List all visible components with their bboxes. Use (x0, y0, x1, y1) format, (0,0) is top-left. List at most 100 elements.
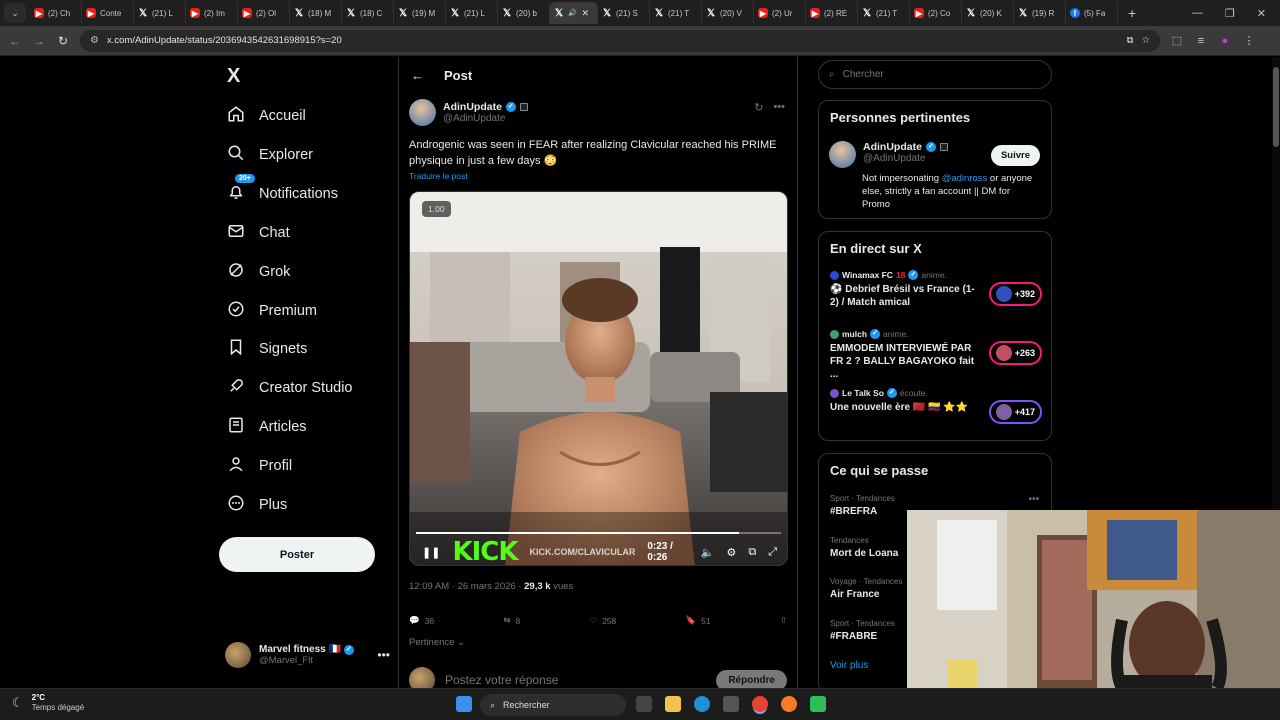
more-icon[interactable]: ••• (377, 648, 390, 662)
nav-item-chat[interactable]: Chat (227, 222, 290, 244)
reload-icon[interactable]: ↻ (56, 34, 70, 48)
settings-icon[interactable]: ⚙ (726, 546, 736, 559)
media-control-icon[interactable]: ≡ (1194, 35, 1208, 47)
browser-tab[interactable]: 𝕏 (21) T (650, 2, 702, 24)
browser-tab[interactable]: ▶ (2) Ur (754, 2, 806, 24)
browser-tab[interactable]: ▶ (2) Co (910, 2, 962, 24)
chrome-icon[interactable] (752, 696, 768, 712)
video-player[interactable]: 1.00 ❚❚ KICK KICK.COM/CLAVICULAR 0:23 / … (409, 191, 788, 566)
weather-widget[interactable]: ☾ 2°C Temps dégagé (12, 693, 84, 712)
reply-button[interactable]: 💬 36 (409, 615, 434, 626)
video-progress-bar[interactable] (416, 532, 781, 534)
author-avatar[interactable] (409, 99, 436, 126)
author-avatar[interactable] (829, 141, 856, 168)
address-bar[interactable]: ⚙ x.com/AdinUpdate/status/20369435426316… (80, 29, 1160, 52)
store-icon[interactable] (723, 696, 739, 712)
task-view-icon[interactable] (636, 696, 652, 712)
new-tab-button[interactable]: + (1128, 5, 1136, 21)
scrollbar-thumb[interactable] (1273, 67, 1279, 147)
site-info-icon[interactable]: ⚙ (90, 35, 99, 46)
post-more-icon[interactable]: ••• (773, 101, 785, 114)
browser-tab[interactable]: ▶ Conte (82, 2, 134, 24)
bio-mention-link[interactable]: @adinross (942, 173, 988, 184)
browser-tab[interactable]: 𝕏 (21) S (598, 2, 650, 24)
pip-icon[interactable]: ⧉ (748, 546, 756, 559)
post-author[interactable]: AdinUpdate ✓ @AdinUpdate (409, 99, 528, 126)
chrome-menu-icon[interactable]: ⋮ (1242, 34, 1256, 47)
nav-item-explorer[interactable]: Explorer (227, 144, 313, 166)
live-listeners-pill[interactable]: +417 (988, 400, 1042, 424)
nav-item-accueil[interactable]: Accueil (227, 105, 306, 127)
browser-tab[interactable]: 𝕏 (18) C (342, 2, 394, 24)
browser-tab[interactable]: ▶ (2) Ch (30, 2, 82, 24)
share-button[interactable]: ⇧ (780, 615, 787, 626)
tab-title: (19) R (1032, 8, 1055, 18)
browser-tab[interactable]: 𝕏 (20) V (702, 2, 754, 24)
back-arrow-icon[interactable]: ← (411, 68, 424, 83)
back-icon[interactable]: ← (8, 34, 22, 48)
reply-submit-button[interactable]: Répondre (716, 669, 787, 688)
bookmark-button[interactable]: 🔖 51 (686, 615, 711, 626)
account-switcher[interactable]: Marvel fitness 🇫🇷 ✓ @Marvel_Flt ••• (225, 642, 390, 668)
repost-button[interactable]: ⇆ 8 (503, 615, 520, 626)
install-icon[interactable]: ⧉ (1127, 35, 1134, 46)
fullscreen-icon[interactable]: ⤢ (768, 546, 777, 559)
file-explorer-icon[interactable] (665, 696, 681, 712)
browser-tab[interactable]: 𝕏 (21) T (858, 2, 910, 24)
nav-item-notifications[interactable]: 20+ Notifications (227, 173, 338, 205)
extensions-icon[interactable]: ⬚ (1170, 34, 1184, 47)
browser-tab[interactable]: 𝕏 (20) K (962, 2, 1014, 24)
browser-tab[interactable]: ▶ (2) Ol (238, 2, 290, 24)
search-input[interactable]: ⌕ Chercher (818, 60, 1052, 89)
browser-tab[interactable]: ▶ (2) Im (186, 2, 238, 24)
reply-sort-dropdown[interactable]: Pertinence ⌄ (409, 637, 465, 648)
grok-icon[interactable]: ↻ (754, 101, 763, 114)
tab-search-button[interactable]: ⌄ (4, 3, 26, 23)
live-listeners-pill[interactable]: +392 (988, 282, 1042, 306)
nav-item-articles[interactable]: Articles (227, 416, 307, 438)
browser-tab[interactable]: ▶ (2) RE (806, 2, 858, 24)
browser-tab[interactable]: 𝕏 (18) M (290, 2, 342, 24)
windows-start-icon[interactable] (456, 696, 472, 712)
nav-item-creator-studio[interactable]: Creator Studio (227, 377, 353, 399)
nav-item-grok[interactable]: Grok (227, 261, 290, 283)
live-item[interactable]: mulch ✓ anime. EMMODEM INTERVIEWÉ PAR FR 2 … (830, 329, 1042, 381)
taskbar-search[interactable]: ⌕ Rechercher (480, 694, 626, 716)
browser-tab[interactable]: 𝕏 (21) L (446, 2, 498, 24)
minimize-button[interactable]: — (1192, 7, 1203, 20)
browser-tab[interactable]: 𝕏 (19) R (1014, 2, 1066, 24)
maximize-button[interactable]: ❐ (1225, 7, 1235, 20)
profile-icon[interactable]: ● (1218, 35, 1232, 47)
nav-item-plus[interactable]: Plus (227, 494, 287, 516)
browser-tab[interactable]: 𝕏 🔊 ✕ (550, 2, 598, 24)
like-button[interactable]: ♡ 258 (589, 615, 616, 626)
nav-item-premium[interactable]: Premium (227, 300, 317, 322)
live-item[interactable]: Le Talk So ✓ écoute. Une nouvelle ère 🇲🇦 🇨🇴… (830, 388, 1042, 424)
live-item[interactable]: Winamax FC 18 ✓ anime. ⚽ Debrief Brésil vs F… (830, 270, 1042, 309)
post-timestamp[interactable]: 12:09 AM · 26 mars 2026 (409, 581, 516, 592)
translate-link[interactable]: Traduire le post (409, 171, 468, 181)
post-button[interactable]: Poster (219, 537, 375, 572)
browser-tab[interactable]: 𝕏 (19) M (394, 2, 446, 24)
pause-icon[interactable]: ❚❚ (422, 546, 440, 559)
browser-tab[interactable]: 𝕏 (20) b (498, 2, 550, 24)
nav-item-profil[interactable]: Profil (227, 455, 292, 477)
follow-button[interactable]: Suivre (990, 145, 1040, 166)
show-more-link[interactable]: Voir plus (830, 660, 868, 671)
browser-tab[interactable]: f (5) Fa (1066, 2, 1118, 24)
x-logo[interactable]: X (227, 65, 240, 88)
nav-item-signets[interactable]: Signets (227, 338, 307, 360)
firefox-icon[interactable] (781, 696, 797, 712)
edge-icon[interactable] (694, 696, 710, 712)
close-window-button[interactable]: ✕ (1257, 7, 1266, 20)
tab-title: (21) T (876, 8, 898, 18)
close-tab-icon[interactable]: ✕ (581, 8, 589, 19)
volume-icon[interactable]: 🔈 (701, 546, 715, 559)
reply-input[interactable]: Postez votre réponse (445, 673, 558, 687)
browser-tab[interactable]: 𝕏 (21) L (134, 2, 186, 24)
live-listeners-pill[interactable]: +263 (988, 341, 1042, 365)
person-name[interactable]: AdinUpdate (863, 141, 922, 153)
forward-icon[interactable]: → (32, 34, 46, 48)
app-icon[interactable] (810, 696, 826, 712)
bookmark-star-icon[interactable]: ☆ (1141, 35, 1150, 46)
